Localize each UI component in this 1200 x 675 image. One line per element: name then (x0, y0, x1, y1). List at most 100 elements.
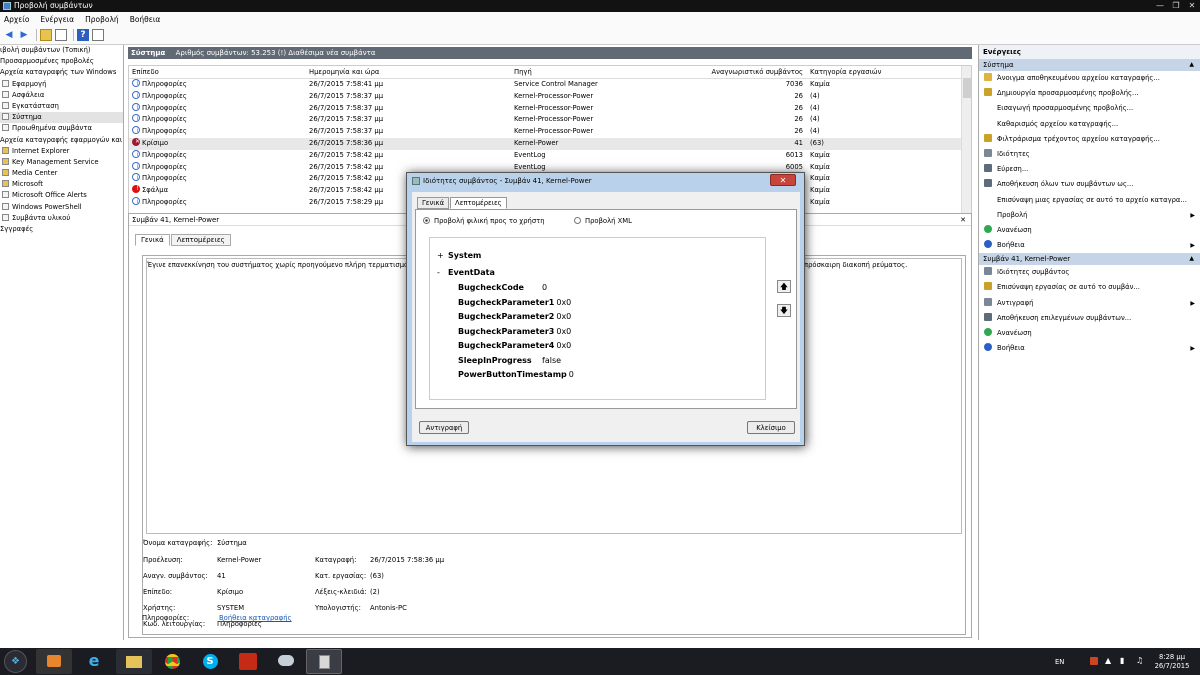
action-item[interactable]: Επισύναψη εργασίας σε αυτό το συμβάν... (979, 280, 1200, 295)
action-item[interactable]: Εύρεση... (979, 162, 1200, 177)
menu-help[interactable]: Βοήθεια (130, 15, 161, 24)
action-item[interactable]: Φιλτράρισμα τρέχοντος αρχείου καταγραφής… (979, 132, 1200, 147)
action-item[interactable]: Αντιγραφή ▶ (979, 296, 1200, 311)
properties-icon[interactable] (92, 29, 104, 41)
tab-details[interactable]: Λεπτομέρειες (170, 234, 231, 246)
previous-event-button[interactable]: 🡅 (777, 280, 791, 293)
eventdata-field: BugcheckParameter4 0x0 (458, 341, 571, 350)
forward-arrow-icon[interactable]: ▶ (18, 29, 30, 41)
system-node[interactable]: + System (437, 251, 481, 260)
action-item[interactable]: Άνοιγμα αποθηκευμένου αρχείου καταγραφής… (979, 71, 1200, 86)
actions-section-system[interactable]: Σύστημα ▲ (979, 59, 1200, 71)
tree-item[interactable]: Windows PowerShell (0, 202, 123, 213)
action-item[interactable]: Προβολή ▶ (979, 208, 1200, 223)
action-item[interactable]: Αποθήκευση όλων των συμβάντων ως... (979, 177, 1200, 192)
game-icon[interactable] (230, 649, 266, 674)
maximize-button[interactable]: ❐ (1168, 0, 1184, 12)
network-icon[interactable]: ▮ (1120, 656, 1124, 675)
close-icon[interactable]: ✕ (960, 214, 966, 226)
menu-file[interactable]: Αρχείο (4, 15, 29, 24)
table-row[interactable]: i Πληροφορίες 26/7/2015 7:58:37 μμ Kernel-P… (129, 114, 971, 126)
tree-item[interactable]: Internet Explorer (0, 146, 123, 157)
up-folder-icon[interactable] (40, 29, 52, 41)
cell-source: EventLog (514, 150, 546, 159)
chrome-icon[interactable] (154, 649, 190, 674)
menu-action[interactable]: Ενέργεια (40, 15, 74, 24)
collapse-icon[interactable]: ▲ (1189, 59, 1194, 71)
action-item[interactable]: Ανανέωση (979, 326, 1200, 341)
eventdata-node[interactable]: - EventData (437, 268, 495, 277)
action-item[interactable]: Βοήθεια ▶ (979, 341, 1200, 356)
log-help-link[interactable]: Βοήθεια καταγραφής (219, 614, 292, 622)
back-arrow-icon[interactable]: ◀ (3, 29, 15, 41)
tree-item[interactable]: ιβολή συμβάντων (Τοπική) (0, 45, 123, 56)
tree-item[interactable]: Αρχεία καταγραφής των Windows (0, 67, 123, 78)
table-row[interactable]: i Πληροφορίες 26/7/2015 7:58:37 μμ Kernel-P… (129, 90, 971, 103)
expand-plus-icon[interactable]: + (437, 251, 448, 260)
tree-item[interactable]: Σγγραφές (0, 224, 123, 235)
table-row[interactable]: i Πληροφορίες 26/7/2015 7:58:41 μμ Service … (129, 79, 971, 91)
col-source[interactable]: Πηγή (511, 66, 674, 78)
action-item[interactable]: Καθαρισμός αρχείου καταγραφής... (979, 117, 1200, 132)
action-item[interactable]: Βοήθεια ▶ (979, 238, 1200, 253)
dialog-tab-details[interactable]: Λεπτομέρειες (450, 197, 507, 209)
tree-item[interactable]: Microsoft Office Alerts (0, 190, 123, 201)
media-player-icon[interactable] (36, 649, 72, 674)
tree-item[interactable]: Key Management Service (0, 157, 123, 168)
dialog-close-button[interactable]: ✕ (770, 174, 796, 186)
action-item[interactable]: Ανανέωση (979, 223, 1200, 238)
collapse-minus-icon[interactable]: - (437, 268, 448, 277)
action-item[interactable]: Δημιουργία προσαρμοσμένης προβολής... (979, 86, 1200, 101)
action-item[interactable]: Αποθήκευση επιλεγμένων συμβάντων... (979, 311, 1200, 326)
tree-item[interactable]: Συμβάντα υλικού (0, 213, 123, 224)
dialog-tab-general[interactable]: Γενικά (417, 197, 450, 209)
language-indicator[interactable]: EN (1055, 658, 1064, 675)
tree-item[interactable]: Ασφάλεια (0, 90, 123, 101)
menu-view[interactable]: Προβολή (85, 15, 119, 24)
col-event-id[interactable]: Αναγνωριστικό συμβάντος (674, 66, 807, 78)
help-icon[interactable]: ? (77, 29, 89, 41)
tree-item[interactable]: Σύστημα (0, 112, 123, 124)
show-hidden-icons[interactable]: ▲ (1105, 656, 1111, 675)
actions-section-event[interactable]: Συμβάν 41, Kernel-Power ▲ (979, 253, 1200, 266)
tree-item[interactable]: Media Center (0, 168, 123, 179)
clock[interactable]: 8:28 μμ 26/7/2015 (1151, 653, 1193, 675)
tree-item[interactable]: Αρχεία καταγραφής εφαρμογών και (0, 135, 123, 146)
collapse-icon[interactable]: ▲ (1189, 253, 1194, 265)
tab-general[interactable]: Γενικά (135, 234, 170, 246)
table-row[interactable]: ✕ Κρίσιμο 26/7/2015 7:58:36 μμ Kernel-Power… (129, 137, 971, 150)
tree-item[interactable]: Προωθημένα συμβάντα (0, 123, 123, 134)
action-item[interactable]: Επισύναψη μιας εργασίας σε αυτό το αρχεί… (979, 193, 1200, 208)
start-button[interactable]: ❖ (4, 650, 27, 673)
col-task-category[interactable]: Κατηγορία εργασιών (807, 66, 957, 78)
tree-item[interactable]: Προσαρμοσμένες προβολές (0, 56, 123, 67)
internet-explorer-icon[interactable]: e (76, 649, 112, 674)
action-center-icon[interactable] (1090, 657, 1098, 665)
scroll-thumb[interactable] (963, 78, 971, 98)
tree-item[interactable]: Εφαρμογή (0, 79, 123, 90)
event-viewer-icon[interactable] (306, 649, 342, 674)
radio-unselected-icon (574, 217, 581, 224)
weather-icon[interactable] (268, 649, 304, 674)
next-event-button[interactable]: 🡇 (777, 304, 791, 317)
tree-item[interactable]: Microsoft (0, 179, 123, 190)
col-date[interactable]: Ημερομηνία και ώρα (306, 66, 511, 78)
close-button[interactable]: ✕ (1184, 0, 1200, 12)
col-level[interactable]: Επίπεδο (129, 66, 306, 78)
radio-friendly-view[interactable]: Προβολή φιλική προς το χρήστη (423, 217, 545, 225)
close-dialog-button[interactable]: Κλείσιμο (747, 421, 795, 434)
copy-button[interactable]: Αντιγραφή (419, 421, 469, 434)
radio-xml-view[interactable]: Προβολή XML (574, 217, 632, 225)
skype-icon[interactable]: S (192, 649, 228, 674)
table-row[interactable]: i Πληροφορίες 26/7/2015 7:58:37 μμ Kernel-P… (129, 102, 971, 115)
file-explorer-icon[interactable] (116, 649, 152, 674)
table-row[interactable]: i Πληροφορίες 26/7/2015 7:58:42 μμ EventLog… (129, 149, 971, 162)
volume-icon[interactable]: ♫ (1136, 656, 1143, 675)
minimize-button[interactable]: — (1152, 0, 1168, 12)
console-tree-icon[interactable] (55, 29, 67, 41)
action-item[interactable]: Ιδιότητες συμβάντος (979, 265, 1200, 280)
tree-item[interactable]: Εγκατάσταση (0, 101, 123, 112)
action-item[interactable]: Εισαγωγή προσαρμοσμένης προβολής... (979, 101, 1200, 116)
action-item[interactable]: Ιδιότητες (979, 147, 1200, 162)
table-row[interactable]: i Πληροφορίες 26/7/2015 7:58:37 μμ Kernel-P… (129, 126, 971, 138)
